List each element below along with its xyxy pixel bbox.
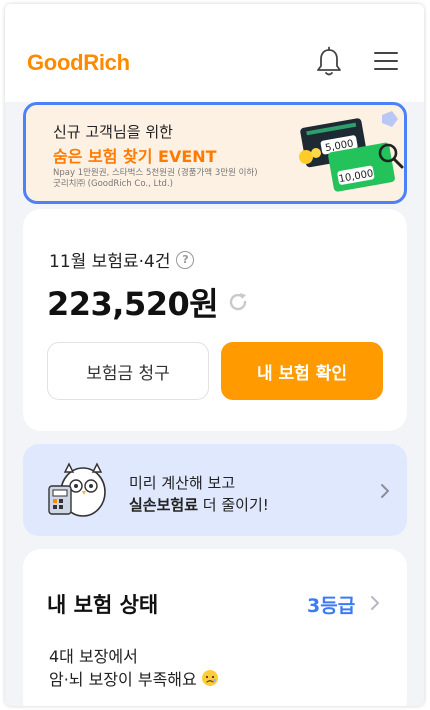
premium-amount: 223,520원 <box>47 285 219 323</box>
header: GoodRich <box>5 4 424 102</box>
status-desc1: 4대 보장에서 <box>49 647 138 666</box>
event-banner[interactable]: 신규 고객님을 위한 숨은 보험 찾기 EVENT Npay 1만원권, 스타벅… <box>23 102 407 204</box>
bell-icon[interactable] <box>315 46 343 78</box>
menu-icon[interactable] <box>373 50 399 72</box>
claim-button[interactable]: 보험금 청구 <box>47 342 209 400</box>
chevron-right-icon[interactable] <box>369 594 381 612</box>
promo-line2: 실손보험료 더 줄이기! <box>129 494 269 515</box>
status-desc2: 암·뇌 보장이 부족해요 <box>49 670 197 689</box>
premium-label-row: 11월 보험료·4건 ? <box>49 247 195 272</box>
gift-cards-illustration: 5,000 10,000 <box>299 111 404 192</box>
banner-line1: 신규 고객님을 위한 <box>53 123 173 141</box>
check-insurance-button[interactable]: 내 보험 확인 <box>221 342 383 400</box>
promo-line2-bold: 실손보험료 <box>129 496 199 514</box>
banner-note1: Npay 1만원권, 스타벅스 5천원권 (경품가액 3만원 이하) <box>53 168 258 178</box>
chevron-right-icon <box>381 484 389 498</box>
help-icon[interactable]: ? <box>176 250 195 269</box>
worried-face-icon <box>201 670 218 686</box>
status-desc2-row: 암·뇌 보장이 부족해요 <box>49 666 219 690</box>
premium-card: 11월 보험료·4건 ? 223,520원 보험금 청구 내 보험 확인 <box>23 209 407 431</box>
refresh-icon[interactable] <box>226 290 250 314</box>
banner-note2: 굿리치㈜ (GoodRich Co., Ltd.) <box>53 179 173 189</box>
app-screen: GoodRich 신규 고객님을 위한 숨은 보험 찾기 EVENT Npay … <box>5 4 424 706</box>
status-grade[interactable]: 3등급 <box>307 591 355 618</box>
premium-amount-row: 223,520원 <box>47 279 250 325</box>
premium-label: 11월 보험료·4건 <box>49 252 171 272</box>
banner-line2: 숨은 보험 찾기 EVENT <box>53 147 217 166</box>
insurance-status-card[interactable]: 내 보험 상태 3등급 4대 보장에서 암·뇌 보장이 부족해요 <box>23 549 407 706</box>
promo-line2-rest: 더 줄이기! <box>198 496 269 514</box>
owl-calculator-icon <box>48 462 106 517</box>
status-title: 내 보험 상태 <box>47 593 159 617</box>
promo-line1: 미리 계산해 보고 <box>129 474 236 492</box>
logo[interactable]: GoodRich <box>27 50 130 76</box>
calculator-promo[interactable]: 미리 계산해 보고 실손보험료 더 줄이기! <box>23 444 407 536</box>
banner-note: Npay 1만원권, 스타벅스 5천원권 (경품가액 3만원 이하) 굿리치㈜ … <box>53 168 258 190</box>
